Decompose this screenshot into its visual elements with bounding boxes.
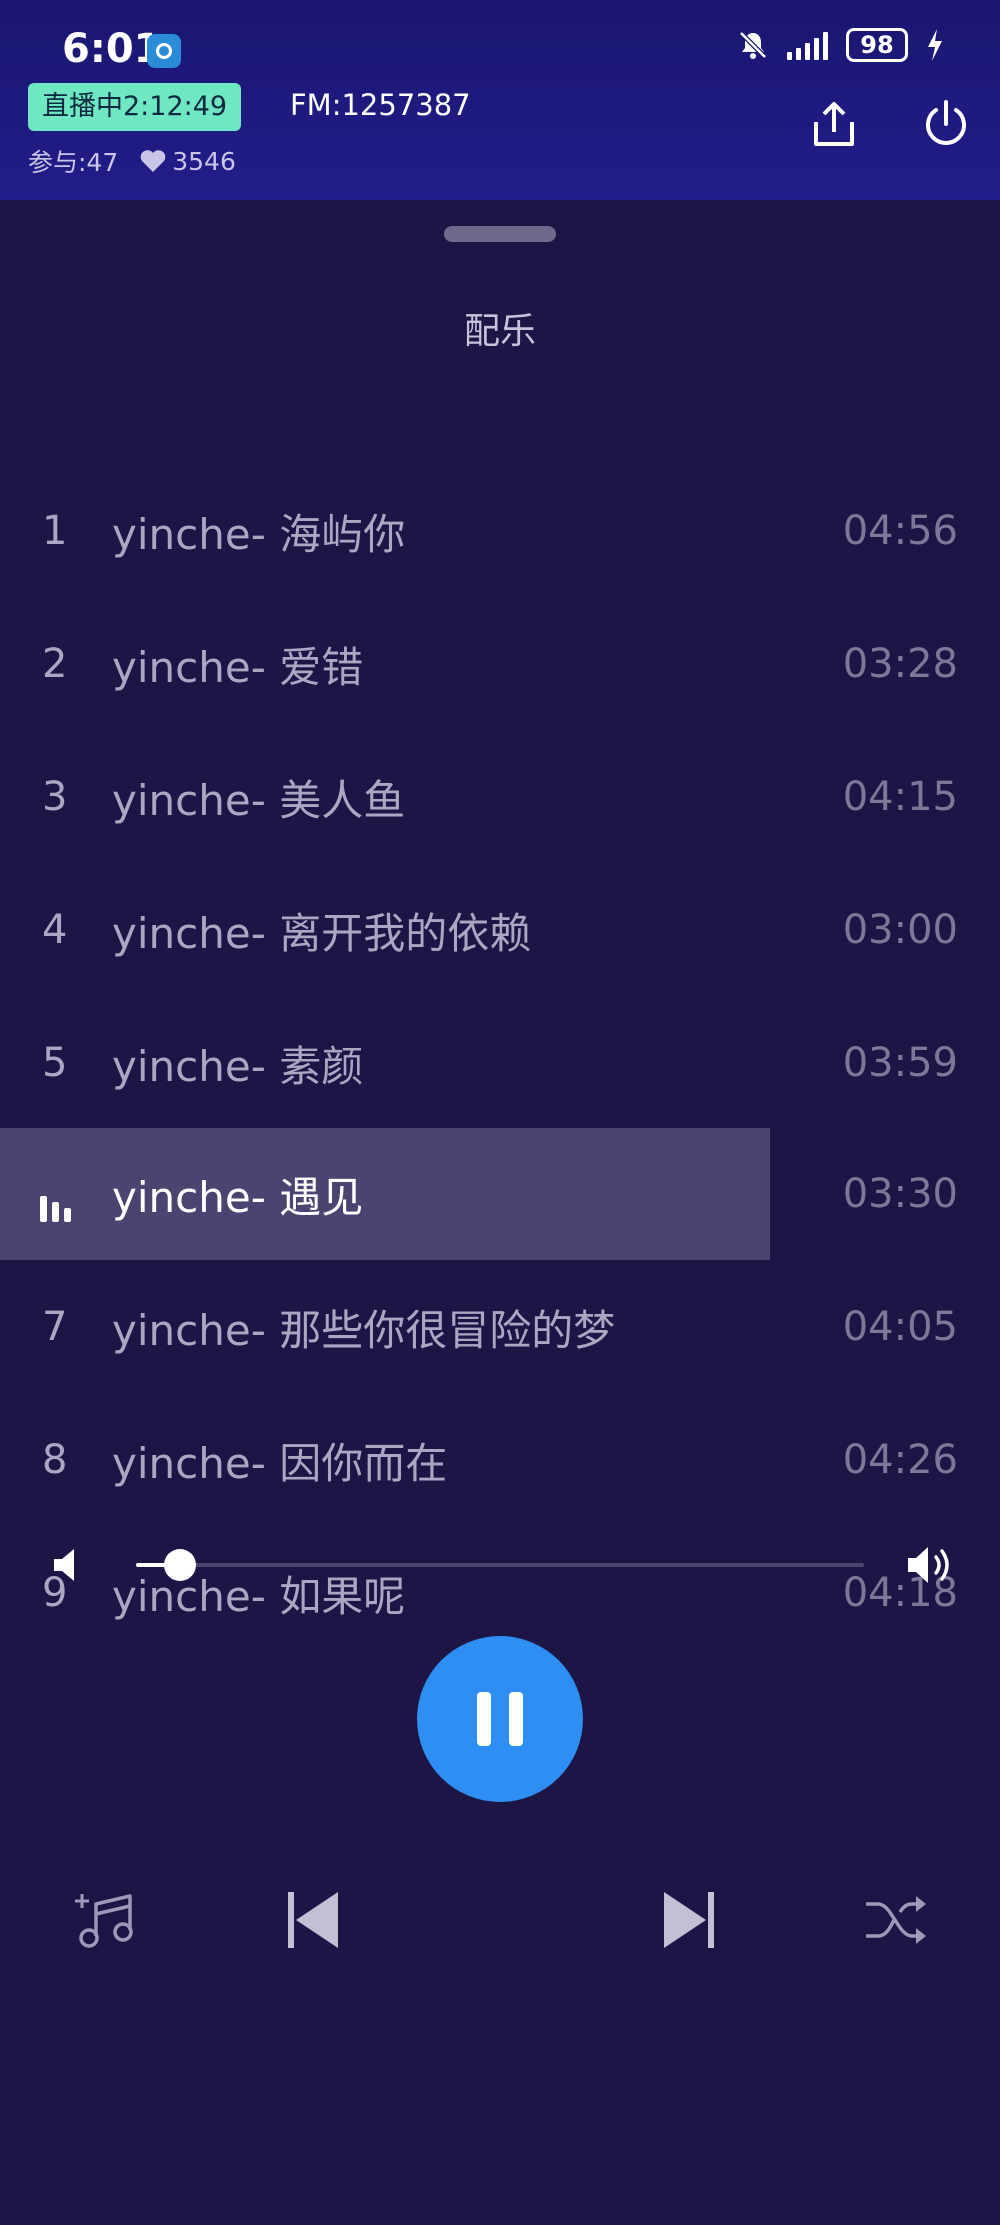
- track-duration: 04:15: [842, 774, 958, 820]
- track-row[interactable]: 4 yinche- 离开我的依赖 03:00: [0, 864, 1000, 996]
- heart-icon: [140, 150, 166, 172]
- charging-icon: [928, 29, 942, 61]
- track-number: 1: [42, 508, 68, 554]
- music-sheet: 配乐 1 yinche- 海屿你 04:56 2 yinche- 爱错 03:2…: [0, 200, 1000, 2225]
- power-icon[interactable]: [918, 96, 974, 152]
- pause-icon-bar: [509, 1692, 523, 1746]
- share-icon[interactable]: [806, 96, 862, 152]
- track-row[interactable]: 8 yinche- 因你而在 04:26: [0, 1394, 1000, 1526]
- bell-off-icon: [739, 31, 767, 59]
- likes-stat: 3546: [140, 147, 236, 176]
- pause-button[interactable]: [417, 1636, 583, 1802]
- track-number: 3: [42, 774, 68, 820]
- track-number: 2: [42, 641, 68, 687]
- battery-indicator: 98: [846, 28, 908, 62]
- volume-control: [0, 1535, 1000, 1595]
- next-icon[interactable]: [662, 1890, 716, 1950]
- track-number: 7: [42, 1304, 68, 1350]
- fm-number: FM:1257387: [290, 88, 471, 122]
- track-row[interactable]: 5 yinche- 素颜 03:59: [0, 997, 1000, 1129]
- status-icons: 98: [737, 28, 944, 62]
- live-duration-badge: 直播中2:12:49: [28, 83, 242, 131]
- signal-icon: [787, 30, 828, 60]
- track-number: 8: [42, 1437, 68, 1483]
- track-number: 4: [42, 907, 68, 953]
- track-duration: 04:56: [842, 508, 958, 554]
- equalizer-playing-icon: [40, 1194, 71, 1222]
- volume-low-icon[interactable]: [52, 1547, 84, 1583]
- track-row[interactable]: 7 yinche- 那些你很冒险的梦 04:05: [0, 1261, 1000, 1393]
- shuffle-icon[interactable]: [864, 1892, 928, 1948]
- likes-count: 3546: [172, 146, 236, 176]
- track-row[interactable]: 1 yinche- 海屿你 04:56: [0, 465, 1000, 597]
- track-duration: 03:28: [842, 641, 958, 687]
- participants-count: 参与:47: [28, 148, 119, 177]
- track-duration: 04:05: [842, 1304, 958, 1350]
- track-duration: 03:59: [842, 1040, 958, 1086]
- track-row[interactable]: 3 yinche- 美人鱼 04:15: [0, 731, 1000, 863]
- track-duration: 04:26: [842, 1437, 958, 1483]
- previous-icon[interactable]: [286, 1890, 340, 1950]
- add-music-icon[interactable]: [74, 1892, 136, 1952]
- app-notification-icon: [147, 34, 181, 68]
- track-duration: 03:30: [842, 1171, 958, 1217]
- volume-high-icon[interactable]: [906, 1543, 958, 1587]
- volume-slider-thumb[interactable]: [163, 1549, 196, 1581]
- track-row[interactable]: 2 yinche- 爱错 03:28: [0, 598, 1000, 730]
- track-row-playing[interactable]: yinche- 遇见 03:30: [0, 1128, 1000, 1260]
- live-room-header: 6:01 98 直播中2:12:49 FM:1257387 参与:47 3546: [0, 0, 1000, 200]
- volume-slider[interactable]: [136, 1549, 864, 1581]
- track-duration: 03:00: [842, 907, 958, 953]
- sheet-title: 配乐: [463, 311, 536, 352]
- pause-icon: [477, 1692, 491, 1746]
- room-stats: 参与:47 3546: [28, 143, 236, 179]
- sheet-drag-handle[interactable]: [444, 226, 556, 242]
- track-number: 5: [42, 1040, 68, 1086]
